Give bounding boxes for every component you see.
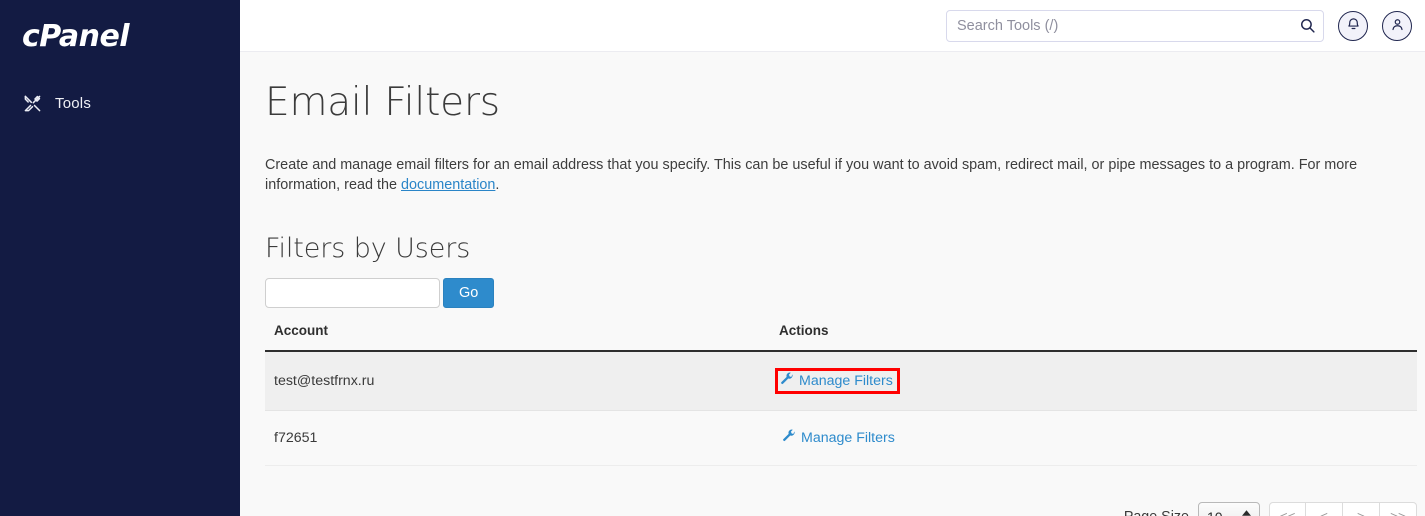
brand[interactable]: cPanel xyxy=(0,0,240,70)
main-area: Email Filters Create and manage email fi… xyxy=(240,0,1425,516)
account-search-input[interactable] xyxy=(265,277,440,308)
manage-filters-link[interactable]: Manage Filters xyxy=(780,372,893,390)
cell-account: f72651 xyxy=(265,410,770,466)
next-page-button[interactable]: > xyxy=(1343,501,1380,516)
cell-actions: Manage Filters xyxy=(770,350,1417,411)
search-input[interactable] xyxy=(946,9,1324,42)
column-header-account: Account xyxy=(265,322,770,352)
sidebar-item-tools[interactable]: Tools xyxy=(0,86,240,120)
table-header-row: Account Actions xyxy=(265,322,1417,352)
cpanel-logo: cPanel xyxy=(22,19,130,54)
table-head: Account Actions xyxy=(265,322,1417,352)
page-title: Email Filters xyxy=(265,80,500,125)
pagination-buttons: << < > >> xyxy=(1269,501,1417,516)
manage-filters-label: Manage Filters xyxy=(799,372,893,389)
documentation-link[interactable]: documentation xyxy=(401,177,495,193)
sidebar-item-label: Tools xyxy=(55,94,92,112)
table-body: test@testfrnx.ru Manage Filters f72651 M… xyxy=(265,350,1417,466)
section-title: Filters by Users xyxy=(265,232,471,264)
highlight-box: Manage Filters xyxy=(775,367,900,394)
user-icon xyxy=(1390,17,1405,35)
account-button[interactable] xyxy=(1382,10,1412,41)
last-page-button[interactable]: >> xyxy=(1380,501,1417,516)
page-description-text-2: . xyxy=(495,176,500,193)
cell-account: test@testfrnx.ru xyxy=(265,350,770,411)
search-container xyxy=(946,9,1324,42)
page-description: Create and manage email filters for an e… xyxy=(265,155,1387,195)
first-page-button[interactable]: << xyxy=(1269,501,1306,516)
page-size-select[interactable]: 10 20 50 100 xyxy=(1198,501,1260,516)
action-wrap: Manage Filters xyxy=(779,427,898,449)
accounts-table: Account Actions test@testfrnx.ru Manage … xyxy=(265,322,1417,466)
bell-icon xyxy=(1346,17,1361,35)
page-size-select-wrap: 10 20 50 100 xyxy=(1198,501,1260,516)
app-root: cPanel Tools Search Tools (/) Email Filt… xyxy=(0,0,1425,516)
pagination: Page Size 10 20 50 100 << < xyxy=(265,501,1417,516)
page-size-label: Page Size xyxy=(1124,509,1189,516)
wrench-icon xyxy=(782,429,796,447)
go-button[interactable]: Go xyxy=(443,277,495,308)
account-filter-row: Go xyxy=(265,277,1417,308)
table-row: test@testfrnx.ru Manage Filters xyxy=(265,350,1417,411)
sidebar: cPanel Tools xyxy=(0,0,240,516)
notifications-button[interactable] xyxy=(1338,10,1368,41)
tools-icon xyxy=(22,93,42,113)
cell-actions: Manage Filters xyxy=(770,410,1417,466)
manage-filters-label: Manage Filters xyxy=(801,429,895,446)
search-icon[interactable] xyxy=(1297,16,1317,36)
column-header-actions: Actions xyxy=(770,322,1417,352)
top-bar xyxy=(240,0,1425,52)
previous-page-button[interactable]: < xyxy=(1306,501,1343,516)
wrench-icon xyxy=(780,372,794,390)
table-row: f72651 Manage Filters xyxy=(265,410,1417,466)
page-content: Email Filters Create and manage email fi… xyxy=(240,52,1425,516)
manage-filters-link[interactable]: Manage Filters xyxy=(782,429,895,447)
